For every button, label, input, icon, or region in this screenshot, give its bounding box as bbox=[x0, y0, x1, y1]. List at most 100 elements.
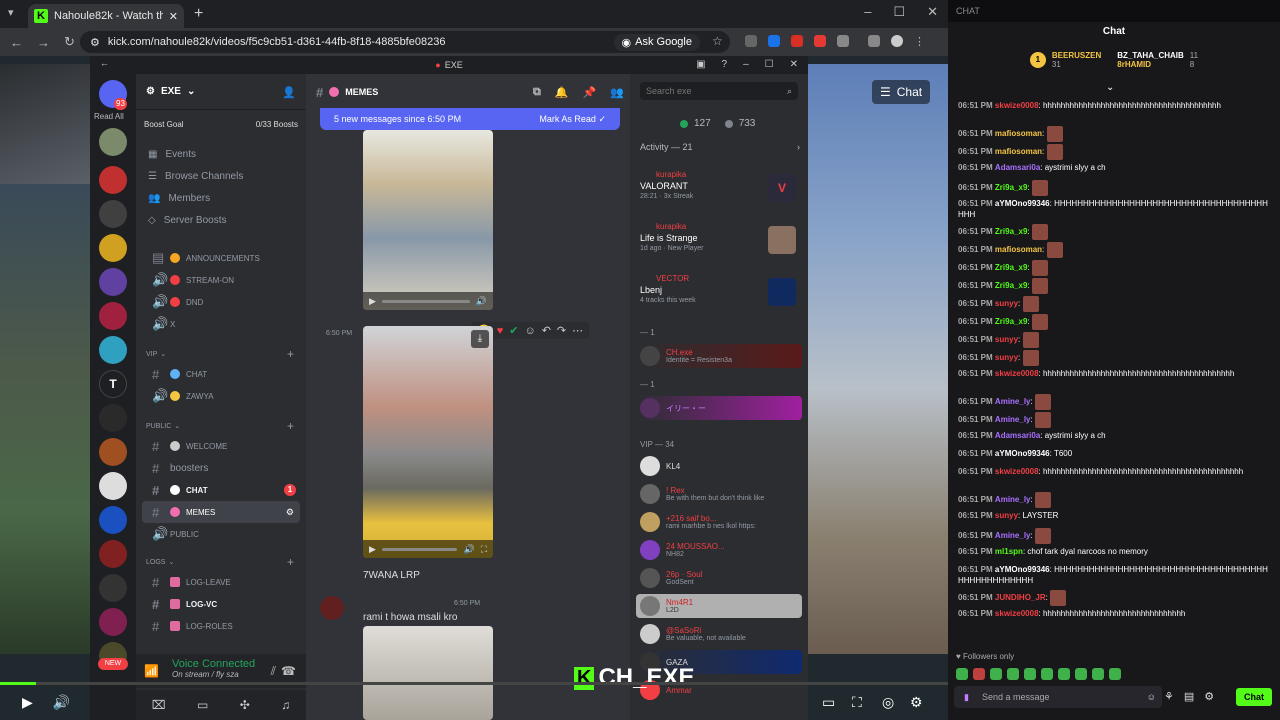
server-icon[interactable] bbox=[99, 128, 127, 156]
chat-username[interactable]: aYMOno99346 bbox=[995, 199, 1050, 208]
channel-welcome[interactable]: # WELCOME bbox=[142, 435, 300, 457]
server-icon[interactable] bbox=[99, 506, 127, 534]
activity-card[interactable]: kurapika VALORANT 28:21 · 3x Streak V bbox=[640, 170, 800, 218]
volume-icon[interactable]: 🔊 bbox=[463, 544, 474, 555]
url-field[interactable]: ⚙ kick.com/nahoule82k/videos/f5c9cb51-d3… bbox=[80, 31, 730, 53]
minimize-icon[interactable]: – bbox=[743, 59, 749, 70]
settings-gear-icon[interactable]: ⚙ bbox=[910, 694, 923, 711]
add-channel-icon[interactable]: + bbox=[287, 555, 294, 569]
chat-username[interactable]: sunyy bbox=[995, 299, 1018, 308]
video-attachment[interactable]: ⤓ ▶ 🔊 ⛶ bbox=[363, 326, 493, 558]
puzzle-icon[interactable] bbox=[837, 35, 849, 47]
clip-icon[interactable]: ◎ bbox=[882, 694, 894, 711]
extension-icon[interactable] bbox=[814, 35, 826, 47]
maximize-icon[interactable]: ☐ bbox=[765, 59, 774, 70]
chat-username[interactable]: Adamsari0a bbox=[995, 163, 1040, 172]
nav-events[interactable]: ▦ Events bbox=[136, 143, 306, 165]
chat-username[interactable]: skwize0008 bbox=[995, 101, 1039, 110]
menu-kebab-icon[interactable]: ⋮ bbox=[914, 35, 925, 48]
channel-log-vc[interactable]: # LOG-VC bbox=[142, 593, 300, 615]
settings-gear-icon[interactable]: ⚙ bbox=[286, 507, 294, 518]
nav-members[interactable]: 👥 Members bbox=[136, 187, 306, 209]
download-icon[interactable]: ⤓ bbox=[471, 330, 489, 348]
server-icon[interactable] bbox=[99, 608, 127, 636]
chat-username[interactable]: Amine_ly bbox=[995, 415, 1031, 424]
channel-dnd[interactable]: 🔊 DND bbox=[142, 291, 300, 313]
emoji-react-check-icon[interactable]: ✔ bbox=[509, 324, 518, 337]
forward-icon[interactable]: → bbox=[37, 35, 50, 50]
users-icon[interactable]: ⚘ bbox=[1164, 690, 1174, 703]
send-chat-button[interactable]: Chat bbox=[1236, 688, 1272, 706]
nav-browse-channels[interactable]: ☰ Browse Channels bbox=[136, 165, 306, 187]
store-icon[interactable]: ▤ bbox=[1184, 690, 1194, 703]
server-icon[interactable] bbox=[99, 166, 127, 194]
emote-icon[interactable] bbox=[1007, 668, 1019, 680]
chat-username[interactable]: aYMOno99346 bbox=[995, 449, 1050, 458]
inbox-icon[interactable]: ▣ bbox=[696, 59, 705, 70]
back-arrow-icon[interactable]: ← bbox=[100, 58, 109, 68]
new-tab-icon[interactable]: + bbox=[194, 5, 203, 23]
member-row[interactable]: Nm4R1 L2D bbox=[636, 594, 802, 618]
volume-icon[interactable]: 🔊 bbox=[476, 296, 487, 307]
emoji-react-heart-icon[interactable]: ♥ bbox=[497, 325, 504, 337]
chat-username[interactable]: Amine_ly bbox=[995, 495, 1031, 504]
gifter-name[interactable]: BZ_TAHA_CHAIB bbox=[1117, 51, 1184, 60]
emote-icon[interactable] bbox=[1024, 668, 1036, 680]
gifter-name[interactable]: 8rHAMID bbox=[1117, 60, 1184, 69]
video-attachment[interactable]: ▶ 🔊 bbox=[363, 130, 493, 310]
category-public[interactable]: PUBLIC ⌄ + bbox=[136, 417, 306, 435]
channel-chat[interactable]: # CHAT 1 bbox=[142, 479, 300, 501]
boost-goal[interactable]: Boost Goal 0/33 Boosts bbox=[136, 120, 306, 129]
close-icon[interactable]: ✕ bbox=[790, 59, 798, 70]
member-row[interactable]: 24 MOUSSAO... NH82 bbox=[636, 538, 802, 562]
member-list-icon[interactable]: 👥 bbox=[610, 86, 624, 99]
chat-username[interactable]: skwize0008 bbox=[995, 467, 1039, 476]
volume-icon[interactable]: 🔊 bbox=[53, 694, 70, 711]
emote-icon[interactable] bbox=[973, 668, 985, 680]
mic-icon[interactable]: ▮ bbox=[964, 686, 969, 708]
noise-suppress-icon[interactable]: ⫽ bbox=[271, 664, 276, 679]
tab-search-icon[interactable]: ▾ bbox=[8, 6, 14, 19]
play-icon[interactable]: ▶ bbox=[22, 694, 33, 711]
channel-stream-on[interactable]: 🔊 STREAM-ON bbox=[142, 269, 300, 291]
search-input[interactable]: Search exe ⌕ bbox=[640, 82, 798, 100]
server-icon[interactable] bbox=[99, 574, 127, 602]
fullscreen-icon[interactable]: ⛶ bbox=[852, 694, 862, 711]
new-messages-bar[interactable]: 5 new messages since 6:50 PM Mark As Rea… bbox=[320, 108, 620, 130]
chat-username[interactable]: aYMOno99346 bbox=[995, 565, 1050, 574]
reload-icon[interactable]: ↻ bbox=[64, 34, 75, 50]
chat-username[interactable]: Zri9a_x9 bbox=[995, 183, 1027, 192]
chat-username[interactable]: Zri9a_x9 bbox=[995, 227, 1027, 236]
activity-card[interactable]: kurapika Life is Strange 1d ago · New Pl… bbox=[640, 222, 800, 270]
server-icon[interactable] bbox=[99, 302, 127, 330]
category-logs[interactable]: LOGS ⌄ + bbox=[136, 553, 306, 571]
chat-username[interactable]: sunyy bbox=[995, 511, 1018, 520]
close-window-icon[interactable]: ✕ bbox=[927, 4, 938, 20]
chat-username[interactable]: sunyy bbox=[995, 353, 1018, 362]
play-icon[interactable]: ▶ bbox=[369, 296, 376, 307]
browser-tab[interactable]: K Nahoule82k - Watch the VOD o ✕ bbox=[28, 4, 184, 28]
signal-icon[interactable]: 📶 bbox=[144, 664, 159, 678]
server-icon[interactable] bbox=[99, 200, 127, 228]
chat-username[interactable]: Zri9a_x9 bbox=[995, 317, 1027, 326]
more-icon[interactable]: ⋯ bbox=[572, 324, 583, 337]
server-icon[interactable] bbox=[99, 472, 127, 500]
nav-server-boosts[interactable]: ◇ Server Boosts bbox=[136, 209, 306, 231]
seek-bar[interactable] bbox=[381, 299, 470, 303]
forward-icon[interactable]: ↷ bbox=[557, 324, 566, 337]
read-all-button[interactable]: Read All bbox=[94, 112, 124, 121]
activity-header[interactable]: Activity — 21 › bbox=[640, 142, 800, 152]
bookmark-star-icon[interactable]: ☆ bbox=[712, 34, 723, 48]
avatar[interactable] bbox=[320, 596, 344, 620]
server-header[interactable]: ⚙ EXE ⌄ 👤 bbox=[136, 74, 306, 110]
gifter-name[interactable]: BEERUSZEN bbox=[1052, 51, 1101, 60]
emote-icon[interactable] bbox=[1092, 668, 1104, 680]
emoji-picker-icon[interactable]: ☺ bbox=[1147, 686, 1156, 708]
settings-gear-icon[interactable]: ⚙ bbox=[1204, 690, 1214, 703]
category-vip[interactable]: VIP ⌄ + bbox=[136, 345, 306, 363]
member-row[interactable]: イリー・ー bbox=[636, 396, 802, 420]
chat-username[interactable]: mafiosoman bbox=[995, 147, 1042, 156]
play-icon[interactable]: ▶ bbox=[369, 544, 376, 555]
add-channel-icon[interactable]: + bbox=[287, 347, 294, 361]
disconnect-icon[interactable]: ☎ bbox=[281, 664, 296, 678]
